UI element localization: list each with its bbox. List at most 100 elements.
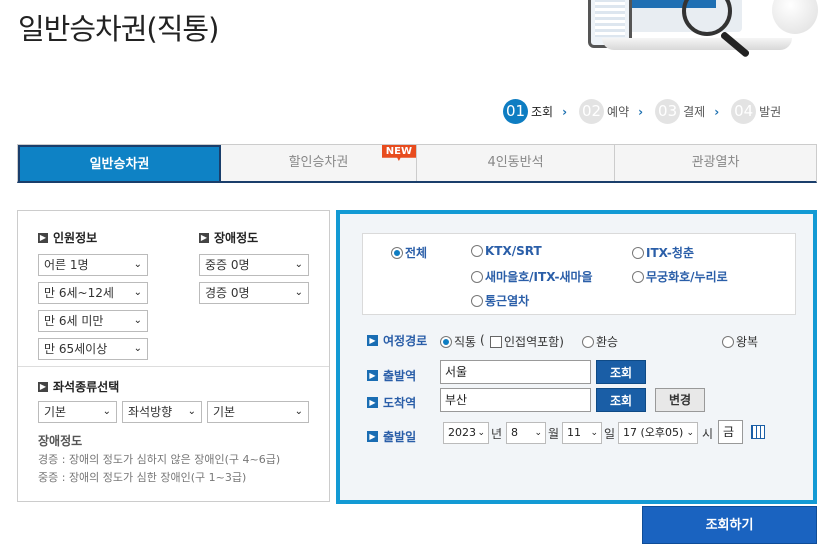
departure-station-input[interactable]: 서울 xyxy=(440,360,591,384)
arrow-icon: ▶ xyxy=(367,431,378,442)
chevron-down-icon: ⌄ xyxy=(133,315,142,326)
chevron-down-icon: ⌄ xyxy=(294,287,303,298)
radio-icon xyxy=(632,246,644,259)
train-type-commuter[interactable]: 통근열차 xyxy=(471,292,529,309)
train-type-saemaeul[interactable]: 새마을호/ITX-새마을 xyxy=(471,268,593,285)
tab-four-person-seat[interactable]: 4인동반석 xyxy=(417,145,615,181)
route-roundtrip-radio[interactable]: 왕복 xyxy=(722,333,758,350)
passenger-heading: ▶ 인원정보 xyxy=(38,231,98,245)
chevron-right-icon: › xyxy=(638,104,644,119)
route-label: ▶ 여정경로 xyxy=(367,332,427,349)
train-type-mugunghwa[interactable]: 무궁화호/누리로 xyxy=(632,268,728,285)
departure-label: ▶ 출발역 xyxy=(367,367,416,384)
bullet-arrow-icon: ▶ xyxy=(38,381,48,392)
radio-selected-icon xyxy=(440,335,452,348)
step-label: 결제 xyxy=(683,105,706,119)
severe-disability-select[interactable]: 중증 0명 ⌄ xyxy=(199,254,309,276)
chevron-down-icon: ⌄ xyxy=(294,259,303,270)
seat-direction-select[interactable]: 좌석방향 ⌄ xyxy=(122,401,202,423)
tab-tourist-train[interactable]: 관광열차 xyxy=(615,145,816,181)
search-panel: 전체 KTX/SRT ITX-청춘 새마을호/ITX-새마을 무궁화호/누리로 … xyxy=(336,210,817,504)
month-select[interactable]: 8 ⌄ xyxy=(506,422,546,444)
search-button[interactable]: 조회하기 xyxy=(642,506,817,544)
route-direct-radio[interactable]: 직통 xyxy=(440,333,476,350)
step-number: 04 xyxy=(731,99,757,124)
step-2: 02 예약 › xyxy=(579,99,643,124)
hero-illustration: 승차권 예매 xyxy=(582,0,837,62)
step-3: 03 결제 › xyxy=(655,99,719,124)
arrow-icon: ▶ xyxy=(367,370,378,381)
hour-unit: 시 xyxy=(702,427,714,441)
chevron-down-icon: ⌄ xyxy=(102,406,111,417)
month-unit: 월 xyxy=(548,427,560,441)
train-type-ktx[interactable]: KTX/SRT xyxy=(471,244,542,258)
new-badge: NEW xyxy=(381,145,416,161)
disability-note-mild: 경증 : 장애의 정도가 심하지 않은 장애인(구 4~6급) xyxy=(38,453,281,466)
step-1: 01 조회 › xyxy=(503,99,567,124)
disability-heading: ▶ 장애정도 xyxy=(199,231,259,245)
passenger-panel: ▶ 인원정보 어른 1명 ⌄ 만 6세~12세 ⌄ 만 6세 미만 ⌄ 만 65세이상… xyxy=(17,210,330,502)
date-label: ▶ 출발일 xyxy=(367,428,416,445)
chevron-down-icon: ⌄ xyxy=(133,259,142,270)
mild-disability-select[interactable]: 경증 0명 ⌄ xyxy=(199,282,309,304)
route-transfer-radio[interactable]: 환승 xyxy=(582,333,618,350)
chevron-right-icon: › xyxy=(714,104,720,119)
radio-icon xyxy=(582,335,594,348)
chevron-down-icon: ⌄ xyxy=(187,406,196,417)
train-type-all[interactable]: 전체 xyxy=(391,244,427,261)
chevron-down-icon: ⌄ xyxy=(686,428,694,438)
year-select[interactable]: 2023 ⌄ xyxy=(443,422,489,444)
nearby-station-checkbox[interactable]: 인접역포함) xyxy=(488,333,564,350)
step-label: 예약 xyxy=(607,105,630,119)
seat-option-select[interactable]: 기본 ⌄ xyxy=(207,401,309,423)
step-indicator: 01 조회 › 02 예약 › 03 결제 › 04 발권 xyxy=(503,99,793,124)
child-count-select[interactable]: 만 6세~12세 ⌄ xyxy=(38,282,148,304)
tab-general-ticket[interactable]: 일반승차권 xyxy=(18,145,221,181)
disability-note-heading: 장애정도 xyxy=(38,434,83,448)
step-number: 03 xyxy=(655,99,681,124)
senior-count-select[interactable]: 만 65세이상 ⌄ xyxy=(38,338,148,360)
chevron-down-icon: ⌄ xyxy=(534,428,542,438)
radio-selected-icon xyxy=(391,246,403,259)
train-type-box: 전체 KTX/SRT ITX-청춘 새마을호/ITX-새마을 무궁화호/누리로 … xyxy=(362,233,796,315)
arrival-label: ▶ 도착역 xyxy=(367,394,416,411)
departure-lookup-button[interactable]: 조회 xyxy=(596,360,646,384)
step-number: 02 xyxy=(579,99,605,124)
step-label: 발권 xyxy=(759,105,782,119)
seat-type-select[interactable]: 기본 ⌄ xyxy=(38,401,117,423)
seat-type-heading: ▶ 좌석종류선택 xyxy=(38,380,120,394)
step-label: 조회 xyxy=(531,105,554,119)
calendar-icon[interactable] xyxy=(751,425,765,439)
ticket-type-tabs: 일반승차권 할인승차권 NEW 4인동반석 관광열차 xyxy=(17,144,817,183)
weekday-field: 금 xyxy=(718,420,743,444)
arrival-station-input[interactable]: 부산 xyxy=(440,388,591,412)
divider xyxy=(18,366,329,367)
radio-icon xyxy=(632,270,644,283)
chevron-down-icon: ⌄ xyxy=(133,343,142,354)
swap-stations-button[interactable]: 변경 xyxy=(655,388,705,412)
checkbox-icon xyxy=(490,335,502,348)
chevron-down-icon: ⌄ xyxy=(590,428,598,438)
page-title: 일반승차권(직통) xyxy=(18,12,219,46)
infant-count-select[interactable]: 만 6세 미만 ⌄ xyxy=(38,310,148,332)
adult-count-select[interactable]: 어른 1명 ⌄ xyxy=(38,254,148,276)
arrival-lookup-button[interactable]: 조회 xyxy=(596,388,646,412)
day-unit: 일 xyxy=(604,427,616,441)
arrow-icon: ▶ xyxy=(367,335,378,346)
laptop-base-image xyxy=(602,38,792,50)
train-type-itx-cheongchun[interactable]: ITX-청춘 xyxy=(632,244,694,261)
radio-icon xyxy=(471,245,483,257)
tab-discount-ticket[interactable]: 할인승차권 NEW xyxy=(221,145,417,181)
disability-note-severe: 중증 : 장애의 정도가 심한 장애인(구 1~3급) xyxy=(38,471,247,484)
hour-select[interactable]: 17 (오후05) ⌄ xyxy=(618,422,698,444)
day-select[interactable]: 11 ⌄ xyxy=(562,422,602,444)
bullet-arrow-icon: ▶ xyxy=(38,232,48,243)
cup-image xyxy=(772,0,818,34)
bullet-arrow-icon: ▶ xyxy=(199,232,209,243)
year-unit: 년 xyxy=(491,427,503,441)
chevron-down-icon: ⌄ xyxy=(133,287,142,298)
tab-label: 할인승차권 xyxy=(288,155,349,170)
arrow-icon: ▶ xyxy=(367,397,378,408)
chevron-right-icon: › xyxy=(562,104,568,119)
step-number: 01 xyxy=(503,99,528,124)
